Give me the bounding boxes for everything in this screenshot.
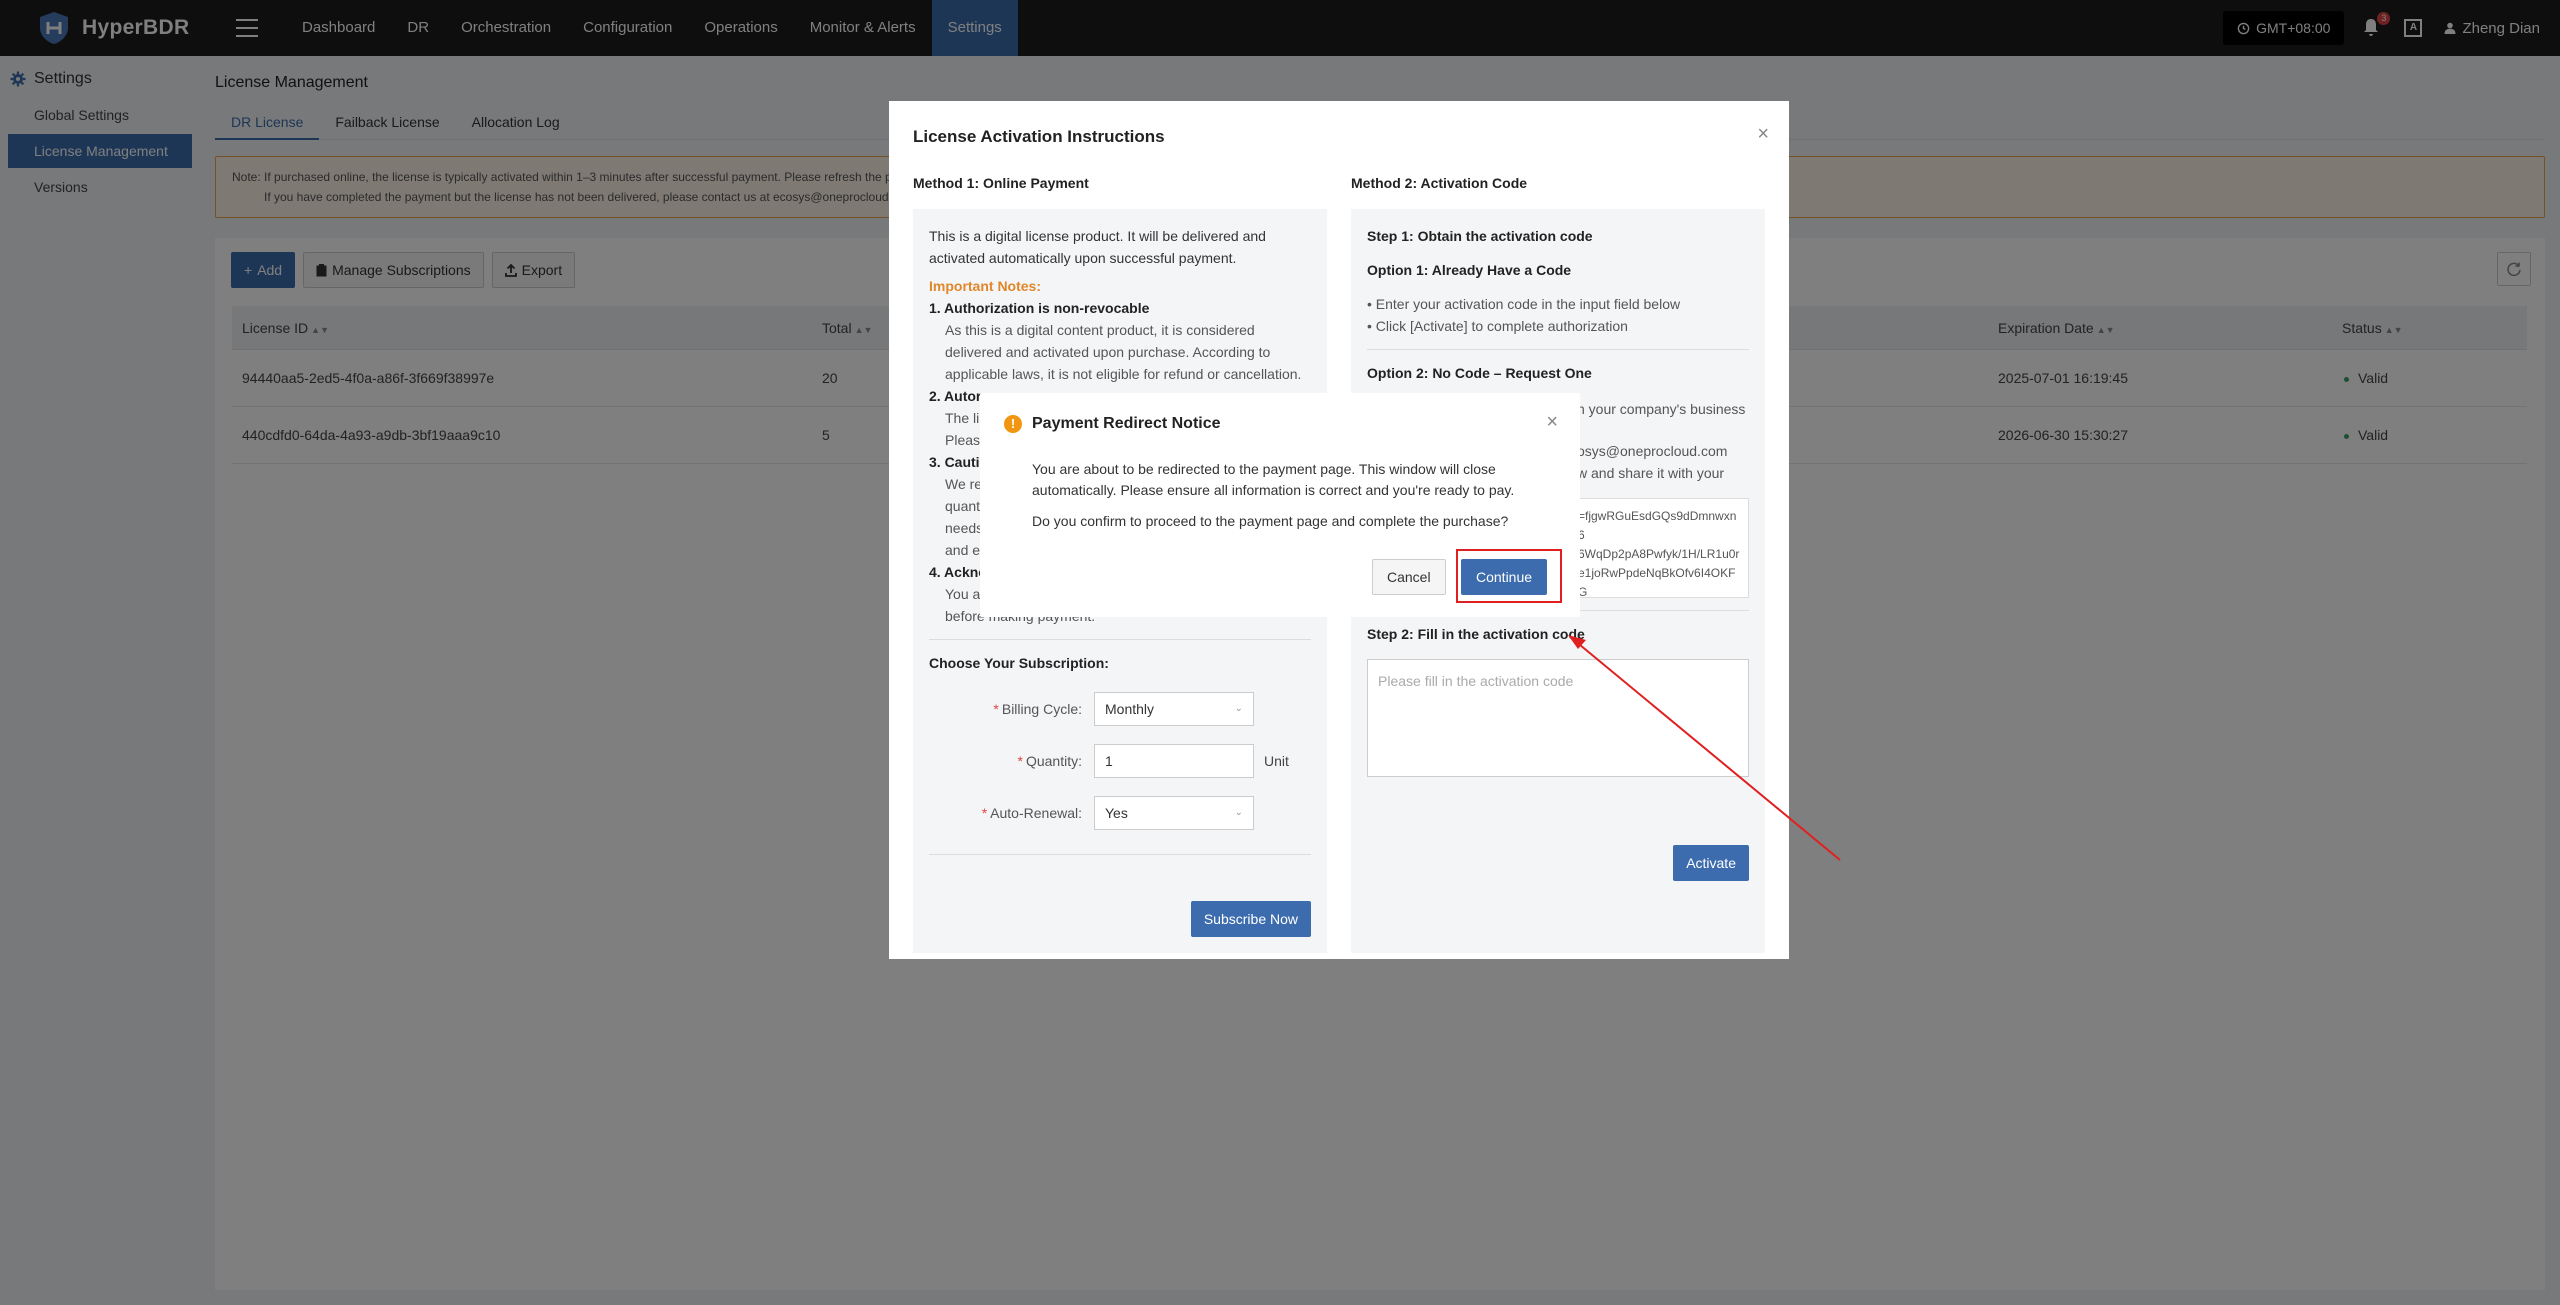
quantity-value: 1 [1105,753,1113,769]
method1-intro: This is a digital license product. It wi… [929,228,1266,266]
warning-icon: ! [1004,415,1022,433]
auto-renewal-row: * Auto-Renewal: Yes ⌄ [929,796,1311,830]
method2-title: Method 2: Activation Code [1351,175,1528,191]
divider [929,854,1311,855]
modal-title: License Activation Instructions [913,127,1165,146]
dialog-message-2: Do you confirm to proceed to the payment… [1032,513,1509,529]
billing-cycle-label-text: Billing Cycle: [1001,701,1082,717]
close-icon[interactable]: × [1546,411,1558,434]
activate-button[interactable]: Activate [1673,845,1749,881]
billing-cycle-select[interactable]: Monthly ⌄ [1094,692,1254,726]
step2-title: Step 2: Fill in the activation code [1367,626,1585,642]
quantity-input[interactable]: 1 [1094,744,1254,778]
method1-title: Method 1: Online Payment [913,175,1089,191]
important-notes-title: Important Notes: [929,278,1041,294]
divider [929,639,1311,640]
billing-cycle-row: * Billing Cycle: Monthly ⌄ [929,692,1311,726]
close-icon[interactable]: × [1757,123,1769,146]
activation-code-input[interactable]: Please fill in the activation code [1367,659,1749,777]
dialog-message-1: You are about to be redirected to the pa… [1032,461,1515,498]
billing-cycle-value: Monthly [1105,701,1155,717]
dialog-title: Payment Redirect Notice [1032,415,1221,432]
request-code-line-1: =fjgwRGuEsdGQs9dDmnwxn6 [1578,509,1737,542]
chevron-down-icon: ⌄ [1234,703,1243,714]
auto-renewal-label-text: Auto-Renewal: [990,805,1082,821]
auto-renewal-select[interactable]: Yes ⌄ [1094,796,1254,830]
quantity-unit: Unit [1264,753,1289,769]
option2-title: Option 2: No Code – Request One [1367,365,1592,381]
quantity-row: * Quantity: 1 Unit [929,744,1311,778]
divider [1367,349,1749,350]
option1-bullet-2: • Click [Activate] to complete authoriza… [1367,318,1628,334]
step1-title: Step 1: Obtain the activation code [1367,228,1593,244]
quantity-label: * Quantity: [1017,753,1082,769]
note1-title: 1. Authorization is non-revocable [929,300,1150,316]
billing-cycle-label: * Billing Cycle: [993,701,1082,717]
quantity-label-text: Quantity: [1025,753,1082,769]
dialog-body: You are about to be redirected to the pa… [1032,459,1552,532]
cancel-button[interactable]: Cancel [1372,559,1446,595]
option1-title: Option 1: Already Have a Code [1367,262,1572,278]
auto-renewal-value: Yes [1105,805,1128,821]
chevron-down-icon: ⌄ [1234,807,1243,818]
request-code-line-3: e1joRwPpdeNqBkOfv6I4OKFG [1578,566,1736,598]
note1-body: As this is a digital content product, it… [945,322,1302,382]
subscribe-now-button[interactable]: Subscribe Now [1190,901,1311,937]
option1-bullet-1: • Enter your activation code in the inpu… [1367,296,1681,312]
request-code-line-2: 6WqDp2pA8Pwfyk/1H/LR1u0r [1578,547,1740,561]
choose-subscription-title: Choose Your Subscription: [929,655,1109,671]
auto-renewal-label: * Auto-Renewal: [981,805,1082,821]
continue-highlight-box [1456,549,1562,603]
